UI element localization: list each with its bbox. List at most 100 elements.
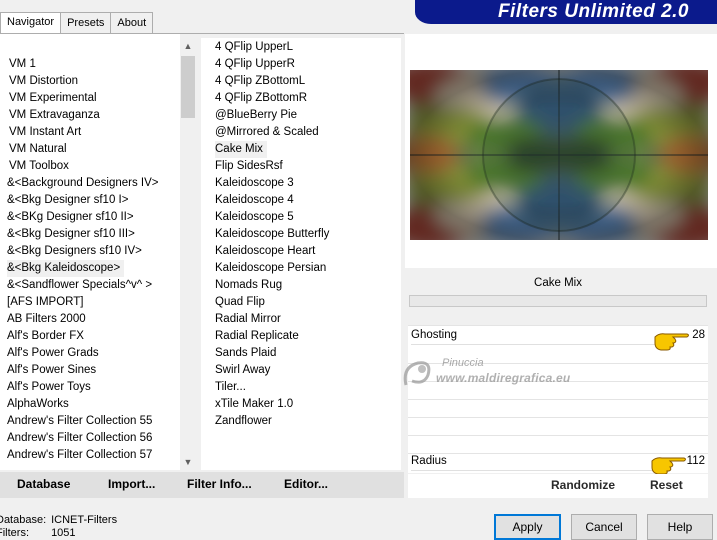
database-button[interactable]: Database [17, 477, 70, 491]
category-item-label: &<Sandflower Specials^v^ > [7, 279, 153, 291]
category-item-label: VM 1 [9, 58, 36, 70]
category-item[interactable]: AlphaWorks [0, 396, 180, 413]
filter-item[interactable]: Radial Mirror [201, 311, 401, 328]
category-item[interactable]: &<Sandflower Specials^v^ > [0, 277, 180, 294]
cancel-button[interactable]: Cancel [571, 514, 637, 540]
watermark-logo-icon [403, 361, 431, 386]
editor-button[interactable]: Editor... [284, 477, 328, 491]
category-item[interactable]: &<Background Designers IV> [0, 175, 180, 192]
category-item[interactable]: Alf's Power Grads [0, 345, 180, 362]
category-item[interactable]: [AFS IMPORT] [0, 294, 180, 311]
category-item[interactable]: VM 1 [0, 56, 180, 73]
filter-item[interactable]: Sands Plaid [201, 345, 401, 362]
filter-item[interactable]: Cake Mix [201, 141, 401, 158]
filter-item[interactable]: Nomads Rug [201, 277, 401, 294]
filter-item[interactable]: Swirl Away [201, 362, 401, 379]
filter-item[interactable]: @Mirrored & Scaled [201, 124, 401, 141]
tab-presets[interactable]: Presets [60, 12, 112, 34]
filter-item-label: Kaleidoscope Butterfly [215, 228, 330, 240]
filter-item-label: Radial Mirror [215, 313, 281, 325]
help-button[interactable]: Help [647, 514, 713, 540]
category-item[interactable]: VM Instant Art [0, 124, 180, 141]
filter-progress-bar [409, 295, 707, 307]
filter-item[interactable]: 4 QFlip UpperR [201, 56, 401, 73]
filter-item[interactable]: 4 QFlip UpperL [201, 39, 401, 56]
category-item-label: &<Bkg Designer sf10 III> [7, 228, 135, 240]
filter-item[interactable]: xTile Maker 1.0 [201, 396, 401, 413]
category-item[interactable]: &<BKg Designer sf10 II> [0, 209, 180, 226]
category-item[interactable]: &<Bkg Kaleidoscope> [0, 260, 180, 277]
database-status-value: ICNET-Filters [51, 514, 118, 526]
reset-button[interactable]: Reset [650, 478, 683, 492]
pointing-hand-icon[interactable] [653, 331, 691, 351]
filter-item[interactable]: Kaleidoscope Butterfly [201, 226, 401, 243]
filter-item[interactable]: 4 QFlip ZBottomL [201, 73, 401, 90]
tab-navigator[interactable]: Navigator [0, 12, 62, 35]
randomize-button[interactable]: Randomize [551, 478, 615, 492]
category-item[interactable]: VM Distortion [0, 73, 180, 90]
filter-item-label: Tiler... [215, 381, 246, 393]
category-item-label: &<Bkg Designers sf10 IV> [7, 245, 142, 257]
filter-item[interactable]: @BlueBerry Pie [201, 107, 401, 124]
filter-item-label: Sands Plaid [215, 347, 277, 359]
filter-item[interactable]: Kaleidoscope Persian [201, 260, 401, 277]
filter-item[interactable]: Flip SidesRsf [201, 158, 401, 175]
category-item-label: &<BKg Designer sf10 II> [7, 211, 134, 223]
category-item[interactable]: &<Bkg Designer sf10 I> [0, 192, 180, 209]
preview-image [410, 70, 708, 240]
filter-item[interactable]: Tiler... [201, 379, 401, 396]
category-item-label: AlphaWorks [7, 398, 69, 410]
category-item-label: VM Experimental [9, 92, 97, 104]
filter-item[interactable]: Radial Replicate [201, 328, 401, 345]
scroll-thumb[interactable] [181, 56, 195, 118]
filter-item-label: xTile Maker 1.0 [215, 398, 294, 410]
filter-item-label: @Mirrored & Scaled [215, 126, 319, 138]
filter-item-label: Flip SidesRsf [215, 160, 283, 172]
category-item[interactable]: &<Bkg Designers sf10 IV> [0, 243, 180, 260]
category-item-label: VM Extravaganza [9, 109, 100, 121]
title-banner: Filters Unlimited 2.0 [415, 0, 717, 24]
filter-item[interactable]: Kaleidoscope Heart [201, 243, 401, 260]
category-item[interactable]: Andrew's Filter Collection 56 [0, 430, 180, 447]
apply-button[interactable]: Apply [494, 514, 561, 540]
category-item[interactable]: Alf's Power Toys [0, 379, 180, 396]
filter-item-label: Kaleidoscope Persian [215, 262, 327, 274]
filter-list[interactable]: 4 QFlip UpperL 4 QFlip UpperR 4 QFlip ZBot… [201, 38, 401, 470]
category-item[interactable]: VM Natural [0, 141, 180, 158]
filter-item-label: @BlueBerry Pie [215, 109, 297, 121]
database-status-label: Database: [0, 514, 47, 526]
category-item[interactable]: VM Extravaganza [0, 107, 180, 124]
pointing-hand-icon[interactable] [650, 455, 688, 475]
filter-item[interactable]: Kaleidoscope 3 [201, 175, 401, 192]
category-item[interactable]: Andrew's Filter Collection 55 [0, 413, 180, 430]
scroll-down-icon[interactable]: ▼ [180, 454, 196, 470]
tab-about[interactable]: About [110, 12, 154, 34]
category-item[interactable]: AB Filters 2000 [0, 311, 180, 328]
category-item[interactable]: Alf's Border FX [0, 328, 180, 345]
ghosting-slider[interactable] [411, 344, 671, 348]
app-title: Filters Unlimited 2.0 [497, 1, 689, 22]
ghosting-value: 28 [692, 329, 705, 341]
category-item[interactable]: &<Bkg Designer sf10 III> [0, 226, 180, 243]
filter-item[interactable]: Kaleidoscope 5 [201, 209, 401, 226]
filter-item-label: Quad Flip [215, 296, 265, 308]
category-scrollbar[interactable]: ▲ ▼ [180, 38, 196, 470]
category-item[interactable]: Alf's Power Sines [0, 362, 180, 379]
category-item[interactable]: Andrew's Filter Collection 57 [0, 447, 180, 464]
filter-info-button[interactable]: Filter Info... [187, 477, 252, 491]
import-button[interactable]: Import... [108, 477, 155, 491]
filter-item[interactable]: Kaleidoscope 4 [201, 192, 401, 209]
filters-count-label: Filters: [0, 527, 29, 539]
category-item-label: Andrew's Filter Collection 55 [7, 415, 153, 427]
category-item-label: Alf's Border FX [7, 330, 84, 342]
category-item[interactable]: VM Experimental [0, 90, 180, 107]
watermark-url: www.maldiregrafica.eu [436, 371, 571, 385]
filter-item[interactable]: Zandflower [201, 413, 401, 430]
category-list[interactable]: VM 1 VM Distortion VM Experimental VM Extra… [0, 34, 180, 470]
category-item-label: Andrew's Filter Collection 57 [7, 449, 153, 461]
filter-item[interactable]: Quad Flip [201, 294, 401, 311]
scroll-up-icon[interactable]: ▲ [180, 38, 196, 54]
filter-item[interactable]: 4 QFlip ZBottomR [201, 90, 401, 107]
category-item[interactable]: VM Toolbox [0, 158, 180, 175]
filter-item-label: 4 QFlip UpperR [215, 58, 295, 70]
